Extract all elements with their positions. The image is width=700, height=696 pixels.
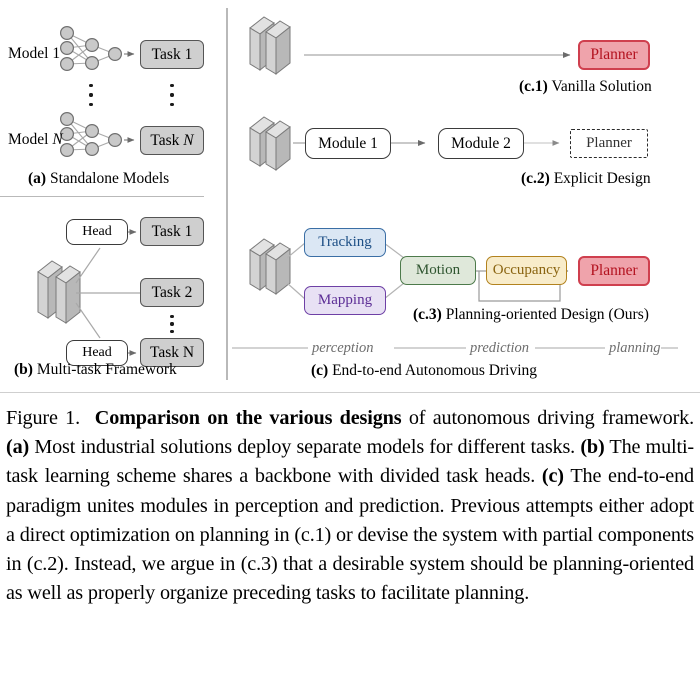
head-box-b-1-label: Head [82, 224, 112, 239]
model-n-label: Model N [8, 131, 63, 148]
figure-panel: Model 1 Model N Task 1 Task N (a) Standa… [0, 0, 700, 400]
module-box-c2-2-label: Module 2 [451, 134, 511, 152]
figure-caption: Figure 1. Comparison on the various desi… [0, 404, 700, 608]
ellipsis-b-tasks [170, 315, 174, 333]
caption-body-2: Most industrial solutions deploy separat… [29, 436, 581, 459]
planner-box-c2-label: Planner [586, 135, 632, 151]
task-box-a-n[interactable]: Task N [140, 126, 204, 155]
panel-c-caption: (c) End-to-end Autonomous Driving [311, 362, 538, 379]
panel-c1-caption: (c.1) Vanilla Solution [519, 78, 652, 95]
motion-box-c3-label: Motion [415, 262, 461, 278]
caption-bold-title: Comparison on the various designs [94, 407, 402, 429]
backbone-icon-b [37, 260, 81, 325]
tracking-box-c3-label: Tracking [318, 234, 372, 250]
planner-box-c3[interactable]: Planner [578, 256, 650, 286]
module-box-c2-1-label: Module 1 [318, 134, 378, 152]
tracking-box-c3[interactable]: Tracking [304, 228, 386, 257]
task-box-b-n-label: Task N [149, 343, 195, 361]
backbone-icon-c3 [249, 238, 291, 296]
caption-tag-c: (c) [541, 465, 564, 488]
panel-c2-caption: (c.2) Explicit Design [521, 170, 651, 187]
ellipsis-a-models [89, 84, 93, 106]
panel-b-caption: (b) Multi-task Framework [14, 361, 177, 378]
planner-box-c2[interactable]: Planner [570, 129, 648, 158]
caption-tag-a: (a) [6, 436, 30, 459]
head-box-b-1[interactable]: Head [66, 219, 128, 245]
module-box-c2-1[interactable]: Module 1 [305, 128, 391, 159]
occupancy-box-c3[interactable]: Occupancy [486, 256, 567, 285]
mapping-box-c3[interactable]: Mapping [304, 286, 386, 315]
caption-tag-b: (b) [580, 436, 605, 459]
panel-a-caption: (a) Standalone Models [28, 170, 170, 187]
stage-label-prediction: prediction [470, 340, 530, 356]
task-box-b-2[interactable]: Task 2 [140, 278, 204, 307]
panel-divider-vertical [226, 8, 228, 380]
stage-label-perception: perception [312, 340, 374, 356]
task-box-a-n-label: Task N [150, 131, 194, 149]
planner-box-c1[interactable]: Planner [578, 40, 650, 70]
model-1-label: Model 1 [8, 45, 61, 62]
head-box-b-n-label: Head [82, 345, 112, 360]
mapping-box-c3-label: Mapping [317, 292, 373, 308]
ellipsis-a-tasks [170, 84, 174, 106]
figure-bottom-rule [0, 392, 700, 394]
task-box-b-1[interactable]: Task 1 [140, 217, 204, 246]
panel-c3-caption: (c.3) Planning-oriented Design (Ours) [413, 306, 649, 323]
planner-box-c3-label: Planner [590, 262, 638, 279]
task-box-a-1-label: Task 1 [151, 45, 193, 63]
panel-divider-horizontal [0, 196, 204, 198]
task-box-b-1-label: Task 1 [151, 222, 193, 240]
task-box-b-2-label: Task 2 [151, 283, 193, 301]
stage-label-planning: planning [609, 340, 661, 356]
occupancy-box-c3-label: Occupancy [492, 262, 561, 278]
caption-body-1: of autonomous driving framework. [401, 407, 695, 429]
motion-box-c3[interactable]: Motion [400, 256, 476, 285]
caption-figure-label: Figure 1. [6, 407, 81, 429]
backbone-icon-c2 [249, 116, 291, 172]
task-box-a-1[interactable]: Task 1 [140, 40, 204, 69]
backbone-icon-c1 [249, 16, 291, 76]
planner-box-c1-label: Planner [590, 46, 638, 63]
module-box-c2-2[interactable]: Module 2 [438, 128, 524, 159]
